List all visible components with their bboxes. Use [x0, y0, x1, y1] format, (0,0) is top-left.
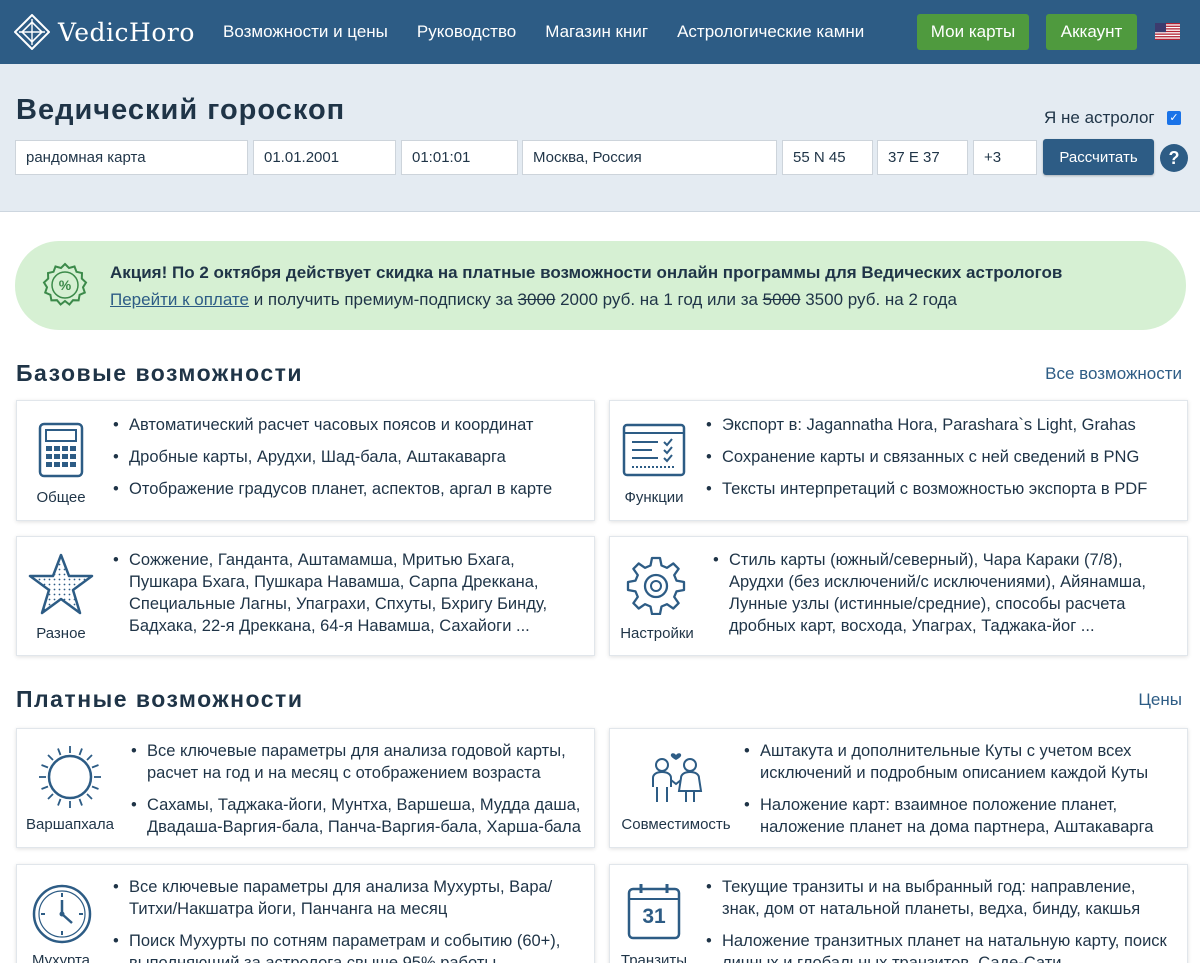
- chart-input-panel: Ведический гороскоп Я не астролог ✓ ранд…: [0, 64, 1200, 212]
- feature-card-settings: Настройки Стиль карты (южный/северный), …: [609, 536, 1188, 656]
- card-label-muhurta: Мухурта: [31, 952, 91, 963]
- card-list-misc: Сожжение, Ганданта, Аштамамша, Мритью Бх…: [111, 549, 561, 637]
- calculate-button[interactable]: Рассчитать: [1043, 139, 1154, 175]
- list-item: Дробные карты, Арудхи, Шад-бала, Аштакав…: [111, 446, 591, 468]
- card-label-general: Общее: [36, 489, 86, 506]
- list-item: Автоматический расчет часовых поясов и к…: [111, 414, 591, 436]
- logo-diamond-icon: [14, 14, 50, 50]
- name-input[interactable]: рандомная карта: [15, 140, 248, 175]
- longitude-input[interactable]: 37 E 37: [877, 140, 968, 175]
- list-item: Сохранение карты и связанных с ней сведе…: [704, 446, 1184, 468]
- card-list-muhurta: Все ключевые параметры для анализа Мухур…: [111, 876, 581, 963]
- help-icon[interactable]: ?: [1160, 144, 1188, 172]
- feature-card-compatibility: Совместимость Аштакута и дополнительные …: [609, 728, 1188, 848]
- my-charts-button[interactable]: Мои карты: [917, 14, 1029, 50]
- promo-text-a: и получить премиум-подписку за: [248, 290, 518, 309]
- brand-name: VedicHoro: [58, 17, 195, 47]
- card-list-compatibility: Аштакута и дополнительные Куты с учетом …: [742, 740, 1182, 838]
- card-label-compatibility: Совместимость: [621, 816, 731, 833]
- list-item: Аштакута и дополнительные Куты с учетом …: [742, 740, 1182, 784]
- basic-features-title: Базовые возможности: [16, 360, 304, 386]
- account-button[interactable]: Аккаунт: [1046, 14, 1137, 50]
- go-to-payment-link[interactable]: Перейти к оплате: [110, 290, 249, 309]
- not-astrologer-label: Я не астролог: [1044, 108, 1155, 127]
- card-label-transits: Транзиты: [620, 952, 688, 963]
- time-input[interactable]: 01:01:01: [401, 140, 518, 175]
- all-features-link[interactable]: Все возможности: [1045, 364, 1182, 384]
- promo-details: Перейти к оплате и получить премиум-подп…: [110, 290, 957, 310]
- date-input[interactable]: 01.01.2001: [253, 140, 396, 175]
- gear-icon: [626, 556, 686, 615]
- list-item: Поиск Мухурты по сотням параметрам и соб…: [111, 930, 581, 963]
- nav-link-guide[interactable]: Руководство: [417, 22, 516, 42]
- clock-icon: [32, 884, 92, 944]
- discount-badge-icon: %: [42, 262, 88, 306]
- feature-card-transits: 31 Транзиты Текущие транзиты и на выбран…: [609, 864, 1188, 963]
- old-price-1: 3000: [517, 290, 556, 309]
- feature-card-misc: Разное Сожжение, Ганданта, Аштамамша, Мр…: [16, 536, 595, 656]
- nav-link-gemstones[interactable]: Астрологические камни: [677, 22, 864, 42]
- list-item: Наложение транзитных планет на натальную…: [704, 930, 1174, 963]
- list-item: Стиль карты (южный/северный), Чара Карак…: [711, 549, 1171, 637]
- promo-headline: Акция! По 2 октября действует скидка на …: [110, 263, 1063, 282]
- list-item: Текущие транзиты и на выбранный год: нап…: [704, 876, 1174, 920]
- us-flag-icon[interactable]: [1155, 23, 1180, 40]
- brand-logo[interactable]: VedicHoro: [14, 14, 204, 50]
- promo-text-c: 3500 руб. на 2 года: [800, 290, 957, 309]
- card-list-general: Автоматический расчет часовых поясов и к…: [111, 414, 591, 500]
- list-item: Все ключевые параметры для анализа годов…: [129, 740, 589, 784]
- nav-link-bookstore[interactable]: Магазин книг: [545, 22, 648, 42]
- nav-links: Возможности и цены Руководство Магазин к…: [223, 22, 893, 42]
- timezone-input[interactable]: +3: [973, 140, 1037, 175]
- list-item: Все ключевые параметры для анализа Мухур…: [111, 876, 581, 920]
- couple-icon: [652, 753, 703, 802]
- card-label-functions: Функции: [624, 489, 684, 506]
- city-input[interactable]: Москва, Россия: [522, 140, 777, 175]
- document-checklist-icon: [622, 423, 686, 477]
- list-item: Сожжение, Ганданта, Аштамамша, Мритью Бх…: [111, 549, 561, 637]
- feature-card-varshaphala: Варшапхала Все ключевые параметры для ан…: [16, 728, 595, 848]
- card-list-transits: Текущие транзиты и на выбранный год: нап…: [704, 876, 1174, 963]
- card-label-misc: Разное: [36, 625, 86, 642]
- list-item: Отображение градусов планет, аспектов, а…: [111, 478, 591, 500]
- prices-link[interactable]: Цены: [1138, 690, 1182, 710]
- feature-card-muhurta: Мухурта Все ключевые параметры для анали…: [16, 864, 595, 963]
- calendar-day-number: 31: [642, 905, 666, 928]
- nav-link-features[interactable]: Возможности и цены: [223, 22, 388, 42]
- top-navbar: VedicHoro Возможности и цены Руководство…: [0, 0, 1200, 64]
- card-list-varshaphala: Все ключевые параметры для анализа годов…: [129, 740, 589, 838]
- promo-banner: % Акция! По 2 октября действует скидка н…: [15, 241, 1186, 330]
- star-icon: [28, 553, 94, 615]
- not-astrologer-checkbox[interactable]: ✓: [1167, 111, 1181, 125]
- sun-icon: [39, 746, 101, 808]
- feature-card-general: Общее Автоматический расчет часовых пояс…: [16, 400, 595, 521]
- card-list-settings: Стиль карты (южный/северный), Чара Карак…: [711, 549, 1171, 637]
- list-item: Тексты интерпретаций с возможностью эксп…: [704, 478, 1184, 500]
- card-label-settings: Настройки: [620, 625, 694, 642]
- promo-text-b: 2000 руб. на 1 год или за: [555, 290, 763, 309]
- latitude-input[interactable]: 55 N 45: [782, 140, 873, 175]
- list-item: Наложение карт: взаимное положение плане…: [742, 794, 1182, 838]
- page-title: Ведический гороскоп: [16, 94, 346, 126]
- list-item: Сахамы, Таджака-йоги, Мунтха, Варшеша, М…: [129, 794, 589, 838]
- card-list-functions: Экспорт в: Jagannatha Hora, Parashara`s …: [704, 414, 1184, 500]
- feature-card-functions: Функции Экспорт в: Jagannatha Hora, Para…: [609, 400, 1188, 521]
- card-label-varshaphala: Варшапхала: [26, 816, 114, 833]
- list-item: Экспорт в: Jagannatha Hora, Parashara`s …: [704, 414, 1184, 436]
- svg-text:%: %: [59, 277, 72, 293]
- calculator-icon: [38, 422, 84, 478]
- paid-features-title: Платные возможности: [16, 686, 304, 712]
- old-price-2: 5000: [762, 290, 801, 309]
